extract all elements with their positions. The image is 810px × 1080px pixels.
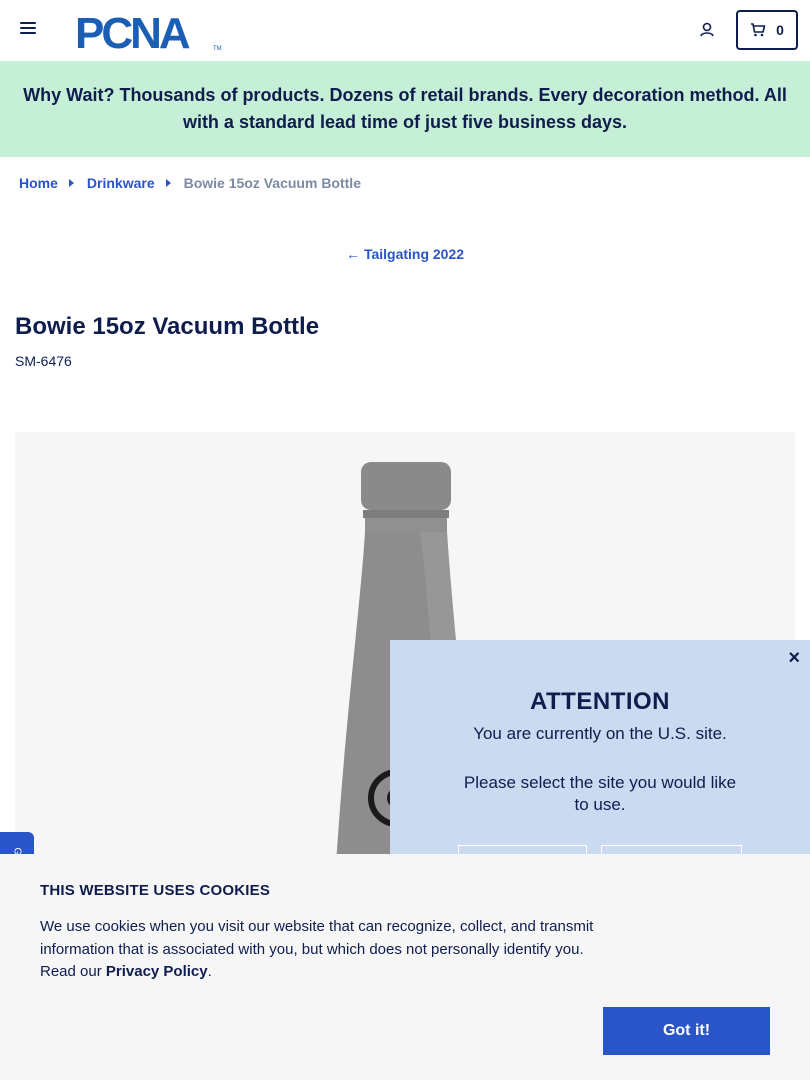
promo-banner-text: Why Wait? Thousands of products. Dozens … [23,85,787,132]
caret-right-icon [68,179,74,187]
user-account-icon[interactable] [696,19,718,41]
close-icon[interactable]: × [788,648,800,668]
svg-text:PCNA: PCNA [75,10,190,52]
site-header: PCNA TM 0 [0,0,810,61]
cart-count: 0 [776,22,784,38]
cookie-text-suffix: . [207,963,212,980]
modal-heading: ATTENTION [529,688,671,715]
cookie-heading: THIS WEBSITE USES COOKIES [40,882,271,899]
pcna-logo[interactable]: PCNA TM [75,9,225,58]
cart-button[interactable]: 0 [736,10,798,50]
modal-current-site-text: You are currently on the U.S. site. [473,724,727,743]
product-sku: SM-6476 [15,353,72,369]
modal-instruction-text: Please select the site you would like to… [463,773,737,814]
accept-cookies-button[interactable]: Got it! [603,1007,770,1055]
hamburger-menu-icon[interactable] [20,22,36,38]
promo-banner: Why Wait? Thousands of products. Dozens … [0,61,810,157]
arrow-left-icon: ← [345,246,360,262]
caret-right-icon [165,179,171,187]
back-link-label: Tailgating 2022 [363,246,465,262]
breadcrumb-home[interactable]: Home [19,175,58,191]
site-selector-modal: × ATTENTION You are currently on the U.S… [390,640,810,885]
cookie-description: We use cookies when you visit our websit… [40,916,600,984]
shopping-cart-icon [751,23,766,37]
back-to-collection-link[interactable]: ← Tailgating 2022 [0,246,810,262]
cookie-banner: THIS WEBSITE USES COOKIES We use cookies… [0,854,810,1080]
privacy-policy-link[interactable]: Privacy Policy [106,963,208,980]
breadcrumb: Home Drinkware Bowie 15oz Vacuum Bottle [19,175,361,191]
breadcrumb-drinkware[interactable]: Drinkware [87,175,155,191]
breadcrumb-current: Bowie 15oz Vacuum Bottle [183,175,361,191]
svg-text:TM: TM [213,46,222,52]
product-title: Bowie 15oz Vacuum Bottle [15,313,320,340]
